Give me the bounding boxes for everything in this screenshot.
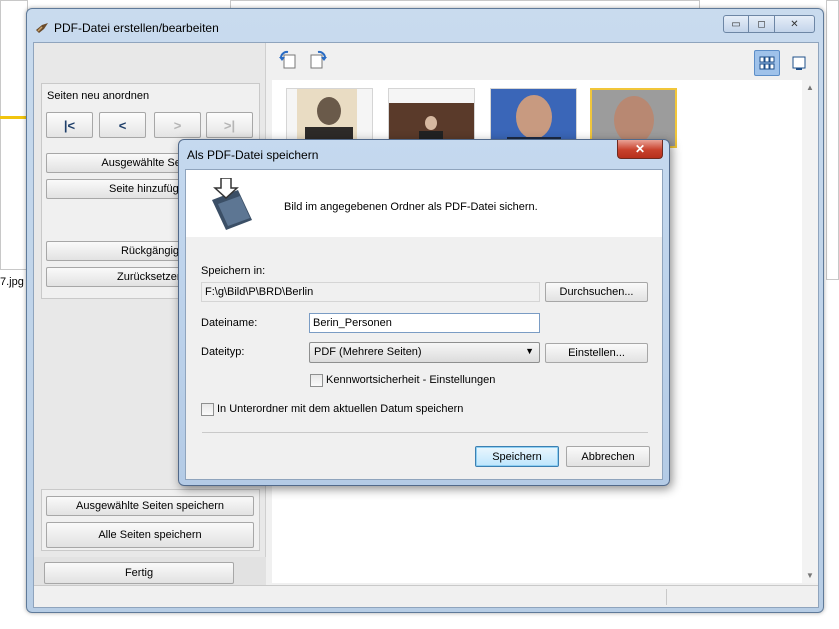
settings-button[interactable]: Einstellen...: [545, 343, 648, 363]
browse-button[interactable]: Durchsuchen...: [545, 282, 648, 302]
previous-page-button[interactable]: <: [99, 112, 146, 138]
background-document-right: [826, 0, 839, 280]
maximize-button[interactable]: ◻: [749, 15, 775, 33]
save-button[interactable]: Speichern: [475, 446, 559, 467]
dialog-header: Bild im angegebenen Ordner als PDF-Datei…: [186, 170, 662, 237]
background-document-left: [0, 0, 28, 270]
toolbar: [270, 46, 816, 76]
grid-view-button[interactable]: [754, 50, 780, 76]
background-yellow-line: [0, 116, 26, 119]
dialog-close-button[interactable]: ✕: [617, 140, 663, 159]
dialog-description: Bild im angegebenen Ordner als PDF-Datei…: [284, 201, 538, 213]
done-area: Fertig: [34, 557, 266, 585]
save-group: Ausgewählte Seiten speichern Alle Seiten…: [41, 489, 260, 551]
status-separator: [666, 589, 667, 605]
cancel-button[interactable]: Abbrechen: [566, 446, 650, 467]
done-button[interactable]: Fertig: [44, 562, 234, 584]
next-page-button[interactable]: >: [154, 112, 201, 138]
reorder-group-label: Seiten neu anordnen: [47, 90, 150, 102]
subfolder-checkbox-label[interactable]: In Unterordner mit dem aktuellen Datum s…: [217, 403, 463, 415]
rotate-left-icon[interactable]: [278, 50, 298, 70]
status-bar: [34, 585, 818, 607]
filetype-select[interactable]: PDF (Mehrere Seiten) ▼: [309, 342, 540, 363]
save-in-path-field: F:\g\Bild\P\BRD\Berlin: [201, 282, 540, 302]
save-as-pdf-dialog: Als PDF-Datei speichern ✕ Bild im angege…: [178, 139, 670, 486]
minimize-button[interactable]: ▭: [723, 15, 749, 33]
scroll-up-icon[interactable]: ▲: [806, 83, 814, 92]
single-page-view-icon: [792, 56, 806, 70]
window-title: PDF-Datei erstellen/bearbeiten: [54, 21, 219, 35]
save-folder-icon: [212, 178, 252, 230]
filename-label: Dateiname:: [201, 317, 258, 329]
grid-view-icon: [759, 56, 775, 70]
rotate-right-icon[interactable]: [308, 50, 328, 70]
first-page-button[interactable]: |<: [46, 112, 93, 138]
filename-input[interactable]: Berin_Personen: [309, 313, 540, 333]
app-icon: [36, 23, 48, 33]
vertical-scrollbar[interactable]: ▲ ▼: [802, 80, 818, 583]
subfolder-checkbox[interactable]: [201, 403, 214, 416]
scroll-down-icon[interactable]: ▼: [806, 571, 814, 580]
password-checkbox-label[interactable]: Kennwortsicherheit - Einstellungen: [326, 374, 495, 386]
password-checkbox[interactable]: [310, 374, 323, 387]
window-controls: ▭ ◻ ✕: [723, 15, 815, 33]
last-page-button[interactable]: >|: [206, 112, 253, 138]
save-all-button[interactable]: Alle Seiten speichern: [46, 522, 254, 548]
background-file-label: 7.jpg: [0, 276, 24, 288]
filetype-select-value: PDF (Mehrere Seiten): [314, 346, 422, 358]
save-in-label: Speichern in:: [201, 265, 266, 277]
save-selected-button[interactable]: Ausgewählte Seiten speichern: [46, 496, 254, 516]
filetype-label: Dateityp:: [201, 346, 245, 358]
dialog-separator: [202, 432, 648, 433]
close-button[interactable]: ✕: [775, 15, 815, 33]
page-view-button[interactable]: [786, 50, 812, 76]
chevron-down-icon: ▼: [525, 346, 534, 356]
dialog-title: Als PDF-Datei speichern: [187, 148, 319, 162]
dialog-body: Bild im angegebenen Ordner als PDF-Datei…: [185, 169, 663, 480]
